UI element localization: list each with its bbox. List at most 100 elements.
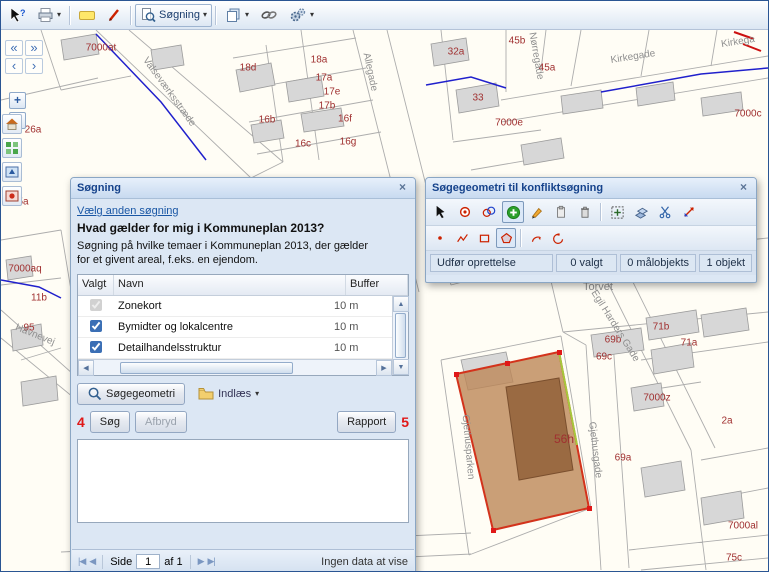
- print-button[interactable]: ▾: [32, 4, 66, 27]
- geometry-dialog-titlebar[interactable]: Søgegeometri til konfliktsøgning ×: [426, 178, 756, 199]
- table-row[interactable]: Zonekort 10 m: [78, 296, 392, 317]
- last-page-button[interactable]: ▶|: [208, 556, 215, 567]
- copy-geometry-button[interactable]: [550, 201, 572, 223]
- sogning-dropdown-button[interactable]: Søgning ▾: [135, 4, 212, 27]
- first-page-button[interactable]: |◀: [78, 556, 85, 567]
- geometry-tool-row: Søgegeometri Indlæs ▾: [77, 382, 409, 405]
- delete-geometry-button[interactable]: [574, 201, 596, 223]
- vertical-scrollbar[interactable]: ▲ ▼: [392, 296, 408, 375]
- row-checkbox[interactable]: [90, 299, 102, 311]
- circles-icon: [482, 205, 496, 219]
- vertical-scroll-thumb[interactable]: [395, 313, 406, 358]
- scroll-up-icon[interactable]: ▲: [393, 296, 409, 312]
- link-button[interactable]: [255, 4, 283, 27]
- afbryd-button: Afbryd: [135, 411, 187, 433]
- merge-polygons-button[interactable]: [630, 201, 652, 223]
- split-geometry-button[interactable]: [654, 201, 676, 223]
- settings-caret-icon[interactable]: ▾: [310, 11, 314, 19]
- page-number-input[interactable]: [136, 554, 160, 569]
- status-valgt: 0 valgt: [556, 254, 617, 272]
- explode-icon: [682, 205, 696, 219]
- layers-icon: [225, 7, 242, 23]
- column-header-valgt[interactable]: Valgt: [78, 275, 114, 295]
- measure-button[interactable]: [74, 4, 100, 27]
- prev-page-button[interactable]: ◀: [89, 556, 95, 567]
- draw-point-button[interactable]: [430, 228, 450, 248]
- layers-caret-icon[interactable]: ▾: [245, 11, 249, 19]
- draw-polyline-button[interactable]: [452, 228, 472, 248]
- horizontal-scroll-thumb[interactable]: [120, 362, 293, 374]
- search-geometry-highlight[interactable]: [454, 350, 592, 533]
- select-arrow-icon: [434, 205, 448, 219]
- table-row[interactable]: Detailhandelsstruktur 10 m: [78, 338, 392, 359]
- pan-left-button[interactable]: ‹: [5, 58, 23, 74]
- search-dialog-close-icon[interactable]: ×: [395, 181, 410, 196]
- search-geometry-icon: [87, 386, 102, 401]
- draw-circle-arc-button[interactable]: [548, 228, 568, 248]
- zoom-in-button[interactable]: +: [9, 92, 26, 109]
- draw-arc-button[interactable]: [526, 228, 546, 248]
- geometry-dialog: Søgegeometri til konfliktsøgning ×: [425, 177, 757, 283]
- toolbar-separator: [130, 6, 132, 25]
- status-udfor-oprettelse: Udfør oprettelse: [430, 254, 553, 272]
- pan-west-button[interactable]: «: [5, 40, 23, 56]
- theme-select-button[interactable]: [2, 162, 22, 182]
- explode-geometry-button[interactable]: [678, 201, 700, 223]
- choose-other-search-link[interactable]: Vælg anden søgning: [77, 205, 179, 217]
- redline-button[interactable]: [101, 4, 127, 27]
- help-cursor-button[interactable]: ?: [4, 4, 31, 27]
- geometry-toolbar-row2: [426, 226, 756, 251]
- table-row[interactable]: Bymidter og lokalcentre 10 m: [78, 317, 392, 338]
- home-button[interactable]: [2, 114, 22, 134]
- rapport-button[interactable]: Rapport: [337, 411, 396, 433]
- select-arrow-button[interactable]: [430, 201, 452, 223]
- settings-button[interactable]: ▾: [284, 4, 319, 27]
- polygon-layers-icon: [634, 205, 649, 220]
- select-point-button[interactable]: [454, 201, 476, 223]
- layers-button[interactable]: ▾: [220, 4, 254, 27]
- help-cursor-icon: ?: [9, 7, 26, 24]
- search-dialog-titlebar[interactable]: Søgning ×: [71, 178, 415, 199]
- draw-polygon-button[interactable]: [496, 228, 516, 248]
- sog-button[interactable]: Søg: [90, 411, 130, 433]
- legend-grid-button[interactable]: [2, 138, 22, 158]
- next-page-button[interactable]: ▶: [198, 556, 204, 567]
- row-name: Detailhandelsstruktur: [114, 342, 330, 354]
- search-dialog: Søgning × Vælg anden søgning Hvad gælder…: [70, 177, 416, 571]
- draw-rectangle-button[interactable]: [474, 228, 494, 248]
- column-header-navn[interactable]: Navn: [114, 275, 346, 295]
- sogegeometri-button[interactable]: Søgegeometri: [77, 383, 185, 405]
- grid-header: Valgt Navn Buffer: [78, 275, 408, 296]
- print-caret-icon[interactable]: ▾: [57, 11, 61, 19]
- select-circles-button[interactable]: [478, 201, 500, 223]
- rapport-label: Rapport: [347, 416, 386, 428]
- pan-right-button[interactable]: ›: [25, 58, 43, 74]
- move-geometry-button[interactable]: [606, 201, 628, 223]
- column-header-buffer[interactable]: Buffer: [346, 275, 408, 295]
- row-name: Bymidter og lokalcentre: [114, 321, 330, 333]
- edit-vertices-button[interactable]: [526, 201, 548, 223]
- home-icon: [5, 117, 19, 131]
- row-checkbox[interactable]: [90, 320, 102, 332]
- link-icon: [260, 8, 278, 22]
- row-checkbox[interactable]: [90, 341, 102, 353]
- scroll-left-icon[interactable]: ◀: [78, 360, 94, 376]
- polyline-icon: [456, 232, 469, 245]
- scroll-down-icon[interactable]: ▼: [393, 359, 409, 375]
- side-label: Side: [110, 556, 132, 568]
- add-geometry-button[interactable]: [502, 201, 524, 223]
- map-red-marks: [734, 32, 761, 51]
- toolbar-separator: [215, 6, 217, 25]
- marker-button[interactable]: [2, 186, 22, 206]
- results-panel: [77, 439, 409, 523]
- map-area[interactable]: 7000at18d18a17a17e17b16b16f16c16g45b45a3…: [1, 30, 768, 571]
- sogning-caret-icon: ▾: [203, 11, 207, 19]
- horizontal-scrollbar[interactable]: ◀ ▶: [78, 359, 392, 375]
- scroll-right-icon[interactable]: ▶: [376, 360, 392, 376]
- indlaes-button[interactable]: Indlæs ▾: [193, 382, 264, 405]
- trash-icon: [578, 205, 592, 219]
- pan-east-button[interactable]: »: [25, 40, 43, 56]
- geometry-dialog-close-icon[interactable]: ×: [736, 181, 751, 196]
- polygon-icon: [500, 232, 513, 245]
- row-buffer: 10 m: [330, 342, 392, 354]
